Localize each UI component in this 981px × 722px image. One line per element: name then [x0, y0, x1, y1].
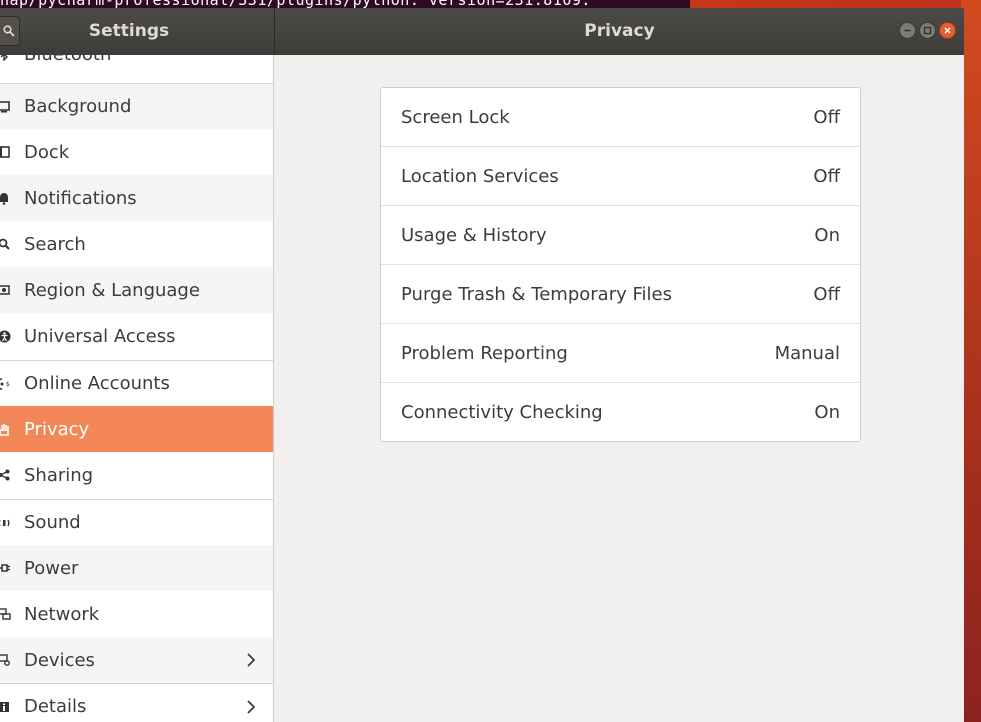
titlebar: Settings Privacy [0, 8, 964, 55]
maximize-button[interactable] [919, 22, 936, 39]
background-icon [0, 99, 11, 115]
row-value: On [814, 225, 840, 246]
window-controls [899, 22, 956, 39]
sidebar-item-label: Sharing [24, 464, 94, 486]
minimize-icon [904, 29, 911, 32]
dock-icon [0, 144, 11, 160]
row-label: Location Services [401, 166, 559, 187]
sidebar-item-label: Notifications [24, 187, 137, 209]
sidebar-item-universal-access[interactable]: Universal Access [0, 313, 273, 359]
svg-text:$: $ [6, 381, 10, 388]
sidebar-item-power[interactable]: Power [0, 545, 273, 591]
privacy-row-location-services[interactable]: Location Services Off [381, 147, 860, 206]
sidebar-item-label: Background [24, 96, 132, 117]
bluetooth-icon [0, 55, 11, 62]
page-title: Privacy [584, 21, 655, 41]
sidebar-title: Settings [88, 21, 170, 41]
network-icon [0, 606, 11, 622]
sidebar-item-sound[interactable]: Sound [0, 499, 273, 545]
chevron-right-icon [246, 699, 260, 715]
sidebar-item-label: Details [24, 696, 87, 717]
row-label: Connectivity Checking [401, 402, 603, 423]
sidebar-item-label: Online Accounts [24, 373, 170, 394]
sidebar-item-background[interactable]: Background [0, 83, 273, 129]
online-accounts-icon: $ [0, 376, 11, 392]
row-value: On [814, 402, 840, 423]
sidebar-item-label: Privacy [24, 418, 90, 440]
sidebar-item-label: Universal Access [24, 325, 176, 347]
sidebar-item-sharing[interactable]: Sharing [0, 452, 273, 498]
row-label: Usage & History [401, 225, 547, 246]
accessibility-icon [0, 328, 11, 344]
sidebar: Bluetooth Background Dock Notifications … [0, 55, 274, 722]
hand-icon [0, 421, 11, 437]
close-button[interactable] [939, 22, 956, 39]
sidebar-item-label: Region & Language [24, 279, 200, 301]
row-value: Off [813, 166, 840, 187]
row-value: Off [813, 284, 840, 305]
power-icon [0, 560, 11, 576]
info-icon [0, 699, 11, 715]
privacy-panel: Screen Lock Off Location Services Off Us… [275, 55, 964, 722]
sidebar-item-details[interactable]: Details [0, 683, 273, 722]
sidebar-item-label: Search [24, 233, 86, 255]
chevron-right-icon [246, 652, 260, 668]
privacy-row-screen-lock[interactable]: Screen Lock Off [381, 88, 860, 147]
sidebar-item-notifications[interactable]: Notifications [0, 175, 273, 221]
privacy-row-usage-history[interactable]: Usage & History On [381, 206, 860, 265]
row-label: Problem Reporting [401, 343, 568, 364]
speaker-icon [0, 515, 11, 531]
search-icon [0, 236, 11, 252]
sidebar-item-label: Power [24, 557, 79, 579]
sidebar-item-label: Network [24, 603, 100, 625]
share-icon [0, 467, 11, 483]
minimize-button[interactable] [899, 22, 916, 39]
maximize-icon [923, 26, 932, 35]
row-label: Screen Lock [401, 107, 510, 128]
sidebar-item-devices[interactable]: Devices [0, 637, 273, 683]
close-icon [944, 27, 951, 34]
sidebar-item-bluetooth[interactable]: Bluetooth [0, 55, 273, 77]
bell-icon [0, 190, 11, 206]
region-icon [0, 282, 11, 298]
privacy-row-purge-trash[interactable]: Purge Trash & Temporary Files Off [381, 265, 860, 324]
sidebar-item-label: Devices [24, 649, 95, 671]
devices-icon [0, 652, 11, 668]
sidebar-item-online-accounts[interactable]: $ Online Accounts [0, 360, 273, 406]
sidebar-item-dock[interactable]: Dock [0, 129, 273, 175]
sidebar-item-search[interactable]: Search [0, 221, 273, 267]
row-label: Purge Trash & Temporary Files [401, 284, 672, 305]
sidebar-item-region-language[interactable]: Region & Language [0, 267, 273, 313]
sidebar-item-label: Sound [24, 512, 81, 533]
privacy-row-connectivity-checking[interactable]: Connectivity Checking On [381, 383, 860, 441]
sidebar-item-network[interactable]: Network [0, 591, 273, 637]
privacy-settings-list: Screen Lock Off Location Services Off Us… [380, 87, 861, 442]
sidebar-item-label: Bluetooth [24, 55, 111, 65]
sidebar-item-label: Dock [24, 141, 70, 163]
sidebar-item-privacy[interactable]: Privacy [0, 406, 273, 452]
settings-window: Settings Privacy Bluetooth Ba [0, 8, 964, 722]
row-value: Manual [774, 343, 840, 364]
privacy-row-problem-reporting[interactable]: Problem Reporting Manual [381, 324, 860, 383]
row-value: Off [813, 107, 840, 128]
